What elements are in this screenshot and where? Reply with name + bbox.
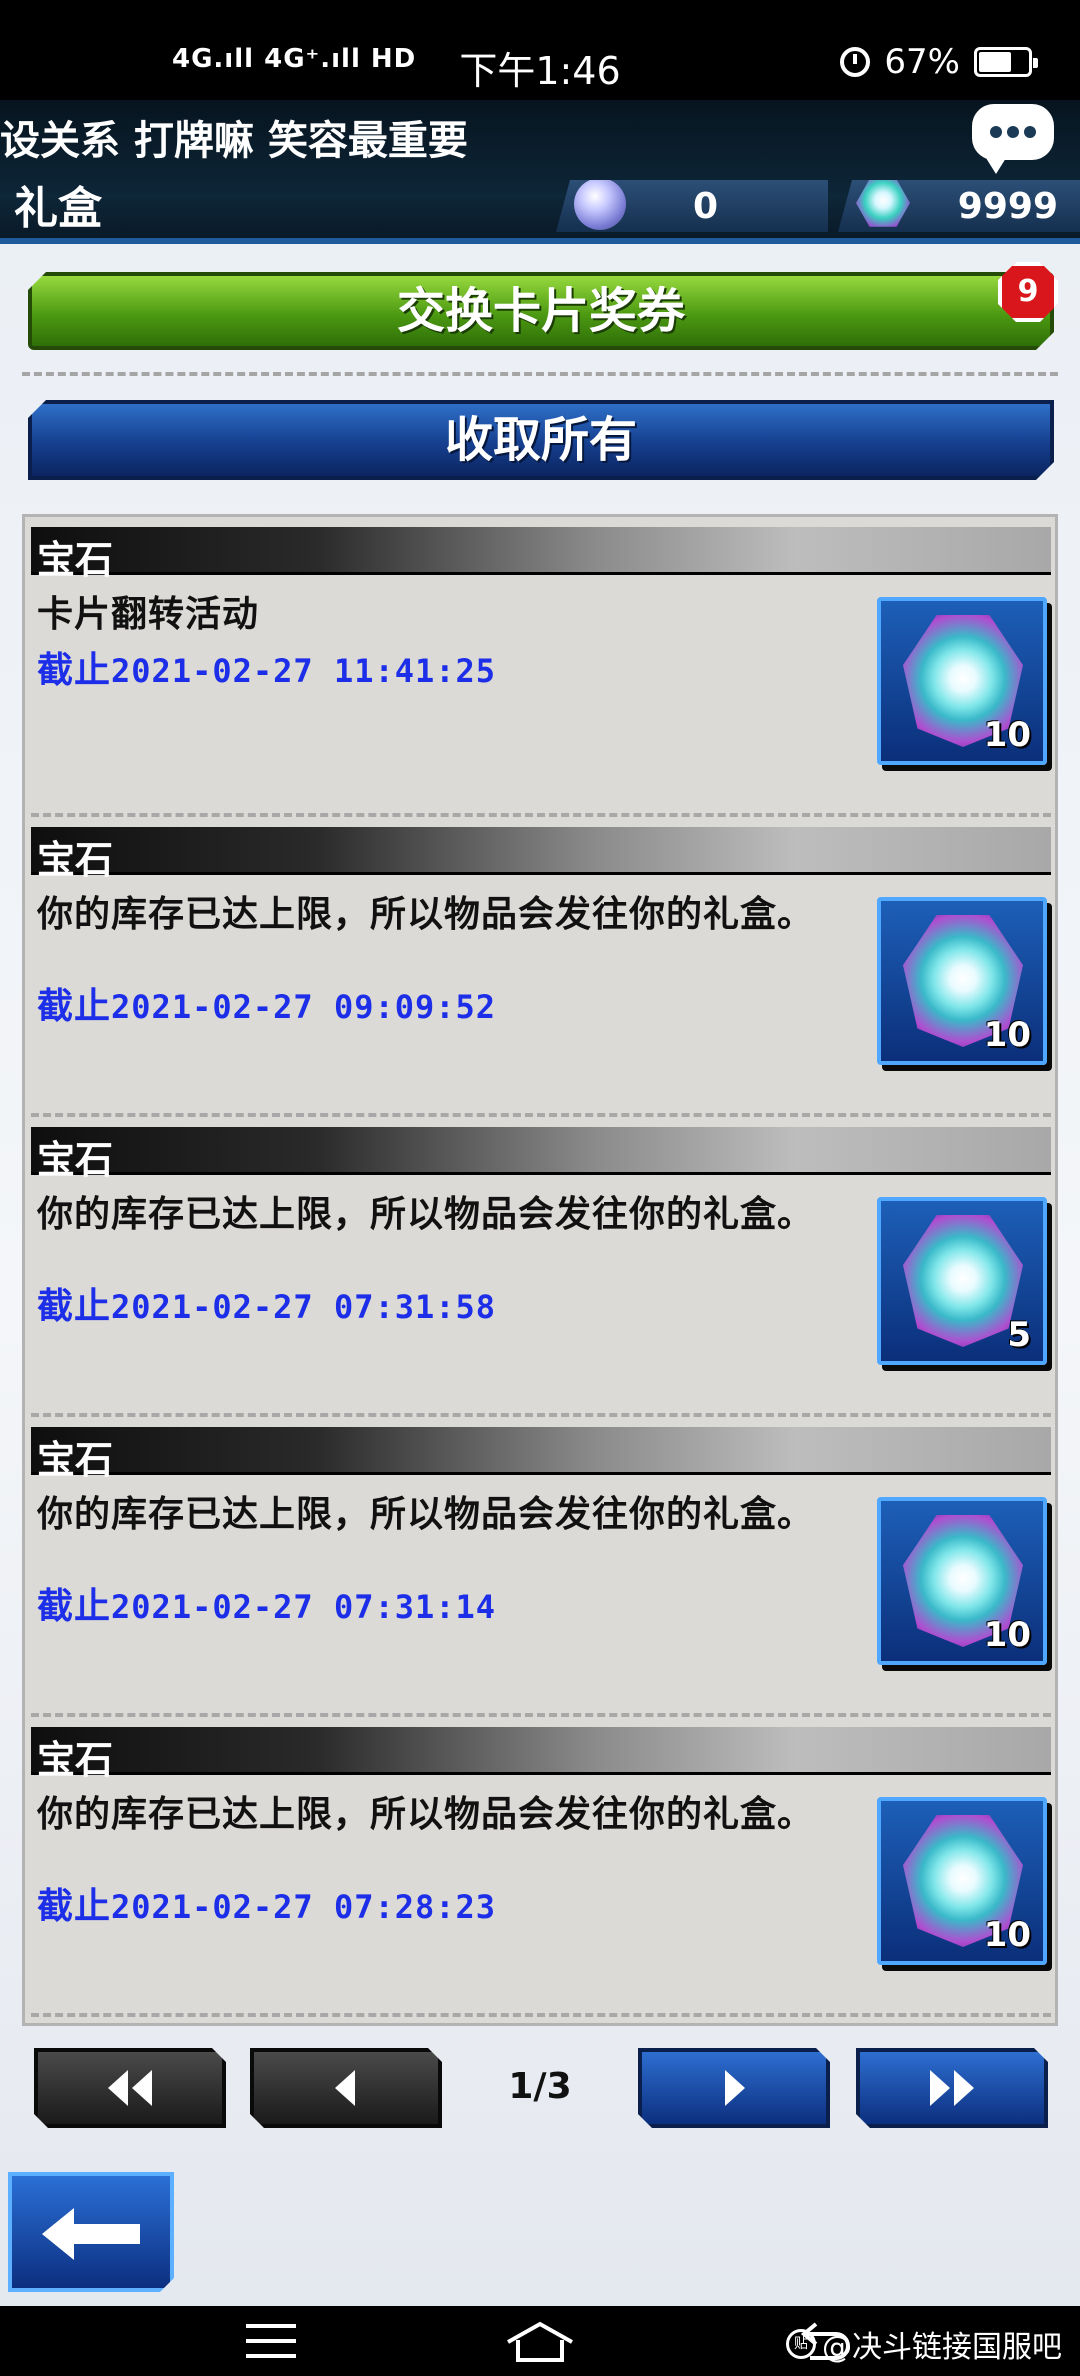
reward-count: 10 <box>983 715 1031 755</box>
battery-percent: 67% <box>884 42 960 82</box>
reward-count: 10 <box>983 1015 1031 1055</box>
orb-currency: 0 <box>556 180 828 232</box>
deadline-label: 截止 <box>37 1286 112 1327</box>
previous-page-button[interactable] <box>250 2048 442 2128</box>
back-button[interactable] <box>8 2172 174 2292</box>
gem-reward-icon[interactable]: 10 <box>877 597 1047 765</box>
exchange-ticket-button[interactable]: 交换卡片奖券 <box>28 272 1054 350</box>
divider <box>31 2013 1051 2017</box>
deadline-label: 截止 <box>37 986 112 1027</box>
double-chevron-left-icon <box>104 2068 156 2108</box>
gem-currency: 9999 <box>838 180 1080 232</box>
item-category-bar: 宝石 <box>31 527 1051 582</box>
gem-count: 9999 <box>957 186 1058 227</box>
item-deadline: 截止2021-02-27 07:28:23 <box>37 1877 496 1929</box>
deadline-label: 截止 <box>37 650 112 691</box>
gem-icon <box>856 180 910 227</box>
watermark-text: @决斗链接国服吧 <box>822 2330 1062 2365</box>
gem-icon <box>903 1215 1023 1347</box>
status-right: 67% <box>840 42 1038 82</box>
first-page-button[interactable] <box>34 2048 226 2128</box>
item-category: 宝石 <box>37 538 114 582</box>
home-icon[interactable] <box>504 2320 576 2364</box>
system-nav-bar: 贴 @决斗链接国服吧 <box>0 2306 1080 2376</box>
notification-badge: 9 <box>998 262 1058 322</box>
orb-icon <box>574 180 626 230</box>
item-message: 你的库存已达上限，所以物品会发往你的礼盒。 <box>37 894 815 935</box>
gem-reward-icon[interactable]: 5 <box>877 1197 1047 1365</box>
item-deadline: 截止2021-02-27 07:31:14 <box>37 1577 496 1629</box>
next-page-button[interactable] <box>638 2048 830 2128</box>
item-category: 宝石 <box>37 1138 114 1182</box>
list-item[interactable]: 宝石 你的库存已达上限，所以物品会发往你的礼盒。 截止2021-02-27 07… <box>25 1417 1055 1717</box>
item-deadline: 截止2021-02-27 11:41:25 <box>37 641 496 693</box>
page-indicator: 1/3 <box>508 2066 572 2107</box>
chevron-right-icon <box>719 2068 749 2108</box>
deadline-value: 2021-02-27 11:41:25 <box>111 652 497 690</box>
watermark: 贴 @决斗链接国服吧 <box>786 2322 1062 2366</box>
divider <box>22 372 1058 376</box>
item-category: 宝石 <box>37 1738 114 1782</box>
marquee-text: 设关系 打牌嘛 笑容最重要 <box>0 118 468 164</box>
item-category: 宝石 <box>37 838 114 882</box>
item-message: 卡片翻转活动 <box>37 594 260 635</box>
double-chevron-right-icon <box>926 2068 978 2108</box>
item-category-bar: 宝石 <box>31 1727 1051 1782</box>
deadline-value: 2021-02-27 07:31:58 <box>111 1288 497 1326</box>
gift-list[interactable]: 宝石 卡片翻转活动 截止2021-02-27 11:41:25 10 宝石 你的… <box>22 514 1058 2026</box>
item-category-bar: 宝石 <box>31 1427 1051 1482</box>
item-message: 你的库存已达上限，所以物品会发往你的礼盒。 <box>37 1494 815 1535</box>
collect-all-button[interactable]: 收取所有 <box>28 400 1054 480</box>
chat-icon[interactable] <box>972 104 1054 174</box>
reward-count: 10 <box>983 1915 1031 1955</box>
last-page-button[interactable] <box>856 2048 1048 2128</box>
gem-reward-icon[interactable]: 10 <box>877 897 1047 1065</box>
deadline-value: 2021-02-27 09:09:52 <box>111 988 497 1026</box>
item-message: 你的库存已达上限，所以物品会发往你的礼盒。 <box>37 1794 815 1835</box>
list-item[interactable]: 宝石 你的库存已达上限，所以物品会发往你的礼盒。 截止2021-02-27 07… <box>25 1717 1055 2017</box>
orb-count: 0 <box>692 186 718 227</box>
arrow-left-icon <box>40 2204 144 2264</box>
menu-icon[interactable] <box>246 2324 296 2358</box>
deadline-value: 2021-02-27 07:31:14 <box>111 1588 497 1626</box>
item-message: 你的库存已达上限，所以物品会发往你的礼盒。 <box>37 1194 815 1235</box>
item-deadline: 截止2021-02-27 09:09:52 <box>37 977 496 1029</box>
reward-count: 10 <box>983 1615 1031 1655</box>
list-item[interactable]: 宝石 你的库存已达上限，所以物品会发往你的礼盒。 截止2021-02-27 07… <box>25 1117 1055 1417</box>
chevron-left-icon <box>331 2068 361 2108</box>
item-category: 宝石 <box>37 1438 114 1482</box>
gem-reward-icon[interactable]: 10 <box>877 1797 1047 1965</box>
page-title: 礼盒 <box>14 183 102 234</box>
item-category-bar: 宝石 <box>31 1127 1051 1182</box>
list-item[interactable]: 宝石 卡片翻转活动 截止2021-02-27 11:41:25 10 <box>25 517 1055 817</box>
deadline-value: 2021-02-27 07:28:23 <box>111 1888 497 1926</box>
item-category-bar: 宝石 <box>31 827 1051 882</box>
status-bar: 4G.ıll 4G⁺.ıll HD 下午1:46 67% <box>0 0 1080 110</box>
deadline-label: 截止 <box>37 1586 112 1627</box>
tieba-icon: 贴 <box>786 2329 816 2359</box>
alarm-icon <box>840 47 871 77</box>
game-header: 设关系 打牌嘛 笑容最重要 礼盒 0 9999 <box>0 100 1080 244</box>
gem-reward-icon[interactable]: 10 <box>877 1497 1047 1665</box>
reward-count: 5 <box>1007 1315 1031 1355</box>
list-item[interactable]: 宝石 你的库存已达上限，所以物品会发往你的礼盒。 截止2021-02-27 09… <box>25 817 1055 1117</box>
deadline-label: 截止 <box>37 1886 112 1927</box>
battery-icon <box>974 47 1038 77</box>
item-deadline: 截止2021-02-27 07:31:58 <box>37 1277 496 1329</box>
